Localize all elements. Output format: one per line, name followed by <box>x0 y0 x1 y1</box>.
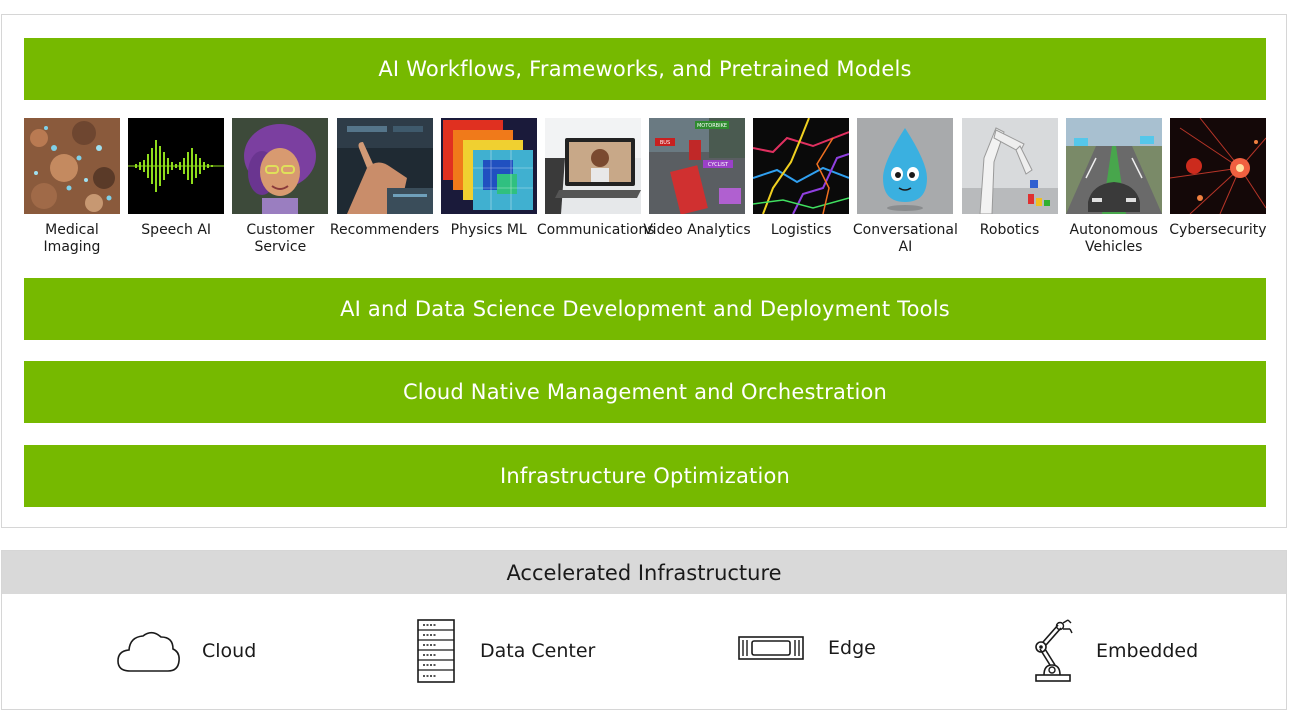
street-detection-image: MOTORBIKE BUS CYCLIST <box>649 118 746 214</box>
server-rack-icon <box>416 619 456 683</box>
use-case-logistics: Logistics <box>753 118 850 256</box>
tag-cyclist: CYCLIST <box>708 162 729 168</box>
use-case-video-analytics: MOTORBIKE BUS CYCLIST Video Analytics <box>643 118 751 256</box>
infra-cloud: Cloud <box>116 627 256 675</box>
use-case-customer-service: Customer Service <box>232 118 329 256</box>
use-case-medical-imaging: Medical Imaging <box>24 118 120 256</box>
use-case-label: Customer Service <box>246 222 315 255</box>
use-case-label: Robotics <box>979 222 1040 238</box>
droplet-character-image <box>857 118 954 214</box>
layer-workflows: AI Workflows, Frameworks, and Pretrained… <box>24 38 1266 100</box>
infra-label: Edge <box>828 637 876 659</box>
use-case-label: Cybersecurity <box>1169 222 1267 238</box>
layer-dev-tools: AI and Data Science Development and Depl… <box>24 278 1266 340</box>
edge-device-icon <box>738 635 804 661</box>
use-case-label: Autonomous Vehicles <box>1069 222 1158 255</box>
accelerated-infrastructure-title: Accelerated Infrastructure <box>2 551 1286 594</box>
medical-imaging-image <box>24 118 120 214</box>
use-case-communications: Communications <box>537 118 655 256</box>
hand-tablet-image <box>336 118 433 214</box>
robot-arm-image <box>961 118 1058 214</box>
infra-label: Embedded <box>1096 640 1199 662</box>
use-case-label: Video Analytics <box>643 222 751 238</box>
avatar-character-image <box>232 118 329 214</box>
use-case-label: Communications <box>536 222 655 238</box>
use-case-autonomous-vehicles: Autonomous Vehicles <box>1065 118 1162 256</box>
video-call-laptop-image <box>544 118 641 214</box>
use-case-label: Physics ML <box>450 222 527 238</box>
heatmap-layers-image <box>440 118 537 214</box>
layer-infrastructure-optimization: Infrastructure Optimization <box>24 445 1266 507</box>
use-case-label: Conversational AI <box>852 222 958 255</box>
infra-label: Data Center <box>480 640 596 662</box>
speech-waveform-image <box>128 118 225 214</box>
infra-label: Cloud <box>202 640 257 662</box>
use-case-speech-ai: Speech AI <box>128 118 225 256</box>
accelerated-infrastructure-panel: Accelerated Infrastructure Cloud Data Ce… <box>1 550 1287 710</box>
use-case-cybersecurity: Cybersecurity <box>1169 118 1267 256</box>
route-map-image <box>753 118 850 214</box>
use-case-label: Logistics <box>770 222 832 238</box>
use-case-label: Medical Imaging <box>43 222 101 255</box>
tag-bus: BUS <box>660 140 670 146</box>
use-case-conversational-ai: Conversational AI <box>853 118 958 256</box>
self-driving-car-image <box>1065 118 1162 214</box>
tag-motorbike: MOTORBIKE <box>697 123 727 129</box>
use-case-label: Speech AI <box>141 222 212 238</box>
infra-embedded: Embedded <box>1030 619 1198 683</box>
use-case-label: Recommenders <box>329 222 440 238</box>
robot-arm-icon <box>1030 619 1076 683</box>
use-case-physics-ml: Physics ML <box>440 118 537 256</box>
infra-data-center: Data Center <box>416 619 595 683</box>
use-case-robotics: Robotics <box>961 118 1058 256</box>
cloud-icon <box>116 627 182 675</box>
infra-edge: Edge <box>738 635 876 661</box>
use-case-recommenders: Recommenders <box>330 118 439 256</box>
use-case-row: Medical Imaging Speech AI Customer Servi… <box>24 118 1267 256</box>
layer-cloud-native: Cloud Native Management and Orchestratio… <box>24 361 1266 423</box>
network-burst-image <box>1169 118 1266 214</box>
